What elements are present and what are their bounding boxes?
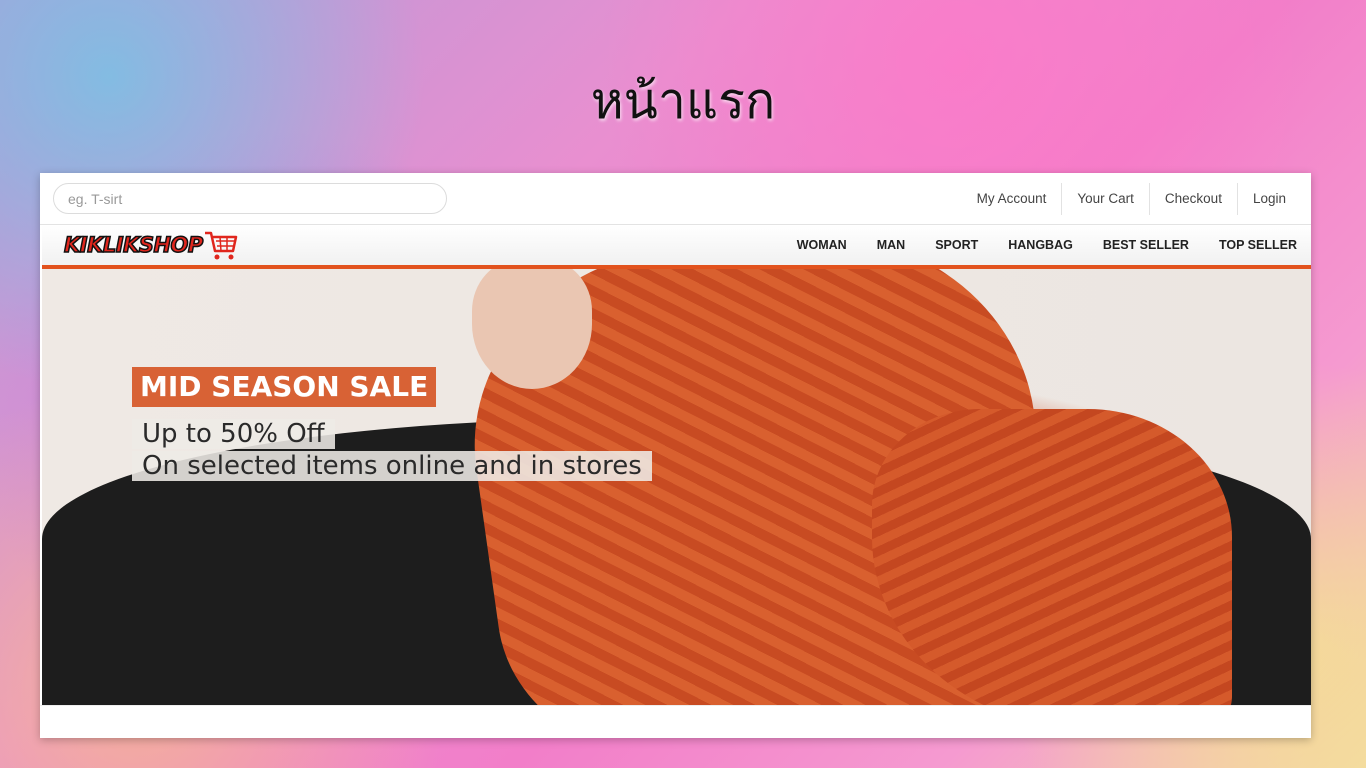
content-below (40, 705, 1311, 738)
your-cart-link[interactable]: Your Cart (1061, 182, 1149, 215)
login-link[interactable]: Login (1236, 182, 1301, 215)
main-navbar: KIKLIKSHOP WOMAN MAN SPORT HANGBAG BEST … (42, 225, 1311, 269)
hero-scarf-end (872, 409, 1232, 705)
nav-best-seller[interactable]: BEST SELLER (1103, 238, 1189, 252)
nav-sport[interactable]: SPORT (935, 238, 978, 252)
shopping-cart-icon (204, 231, 238, 260)
category-nav: WOMAN MAN SPORT HANGBAG BEST SELLER TOP … (767, 238, 1297, 252)
site-logo[interactable]: KIKLIKSHOP (63, 225, 239, 265)
my-account-link[interactable]: My Account (962, 183, 1062, 215)
top-bar: My Account Your Cart Checkout Login (40, 173, 1311, 225)
search-input[interactable] (53, 183, 447, 214)
hero-promo: MID SEASON SALE Up to 50% Off On selecte… (132, 367, 652, 481)
nav-man[interactable]: MAN (877, 238, 905, 252)
slide-title: หน้าแรก (590, 72, 776, 130)
logo-text: KIKLIKSHOP (63, 232, 204, 258)
discount-text: Up to 50% Off (132, 419, 335, 449)
user-links: My Account Your Cart Checkout Login (962, 182, 1301, 215)
checkout-link[interactable]: Checkout (1148, 182, 1237, 215)
website-screenshot: My Account Your Cart Checkout Login KIKL… (40, 173, 1311, 738)
nav-woman[interactable]: WOMAN (797, 238, 847, 252)
hero-banner[interactable]: MID SEASON SALE Up to 50% Off On selecte… (42, 269, 1311, 705)
sale-tag: MID SEASON SALE (132, 367, 437, 407)
nav-top-seller[interactable]: TOP SELLER (1219, 238, 1297, 252)
nav-hangbag[interactable]: HANGBAG (1008, 238, 1073, 252)
promo-subtext: On selected items online and in stores (132, 451, 652, 481)
